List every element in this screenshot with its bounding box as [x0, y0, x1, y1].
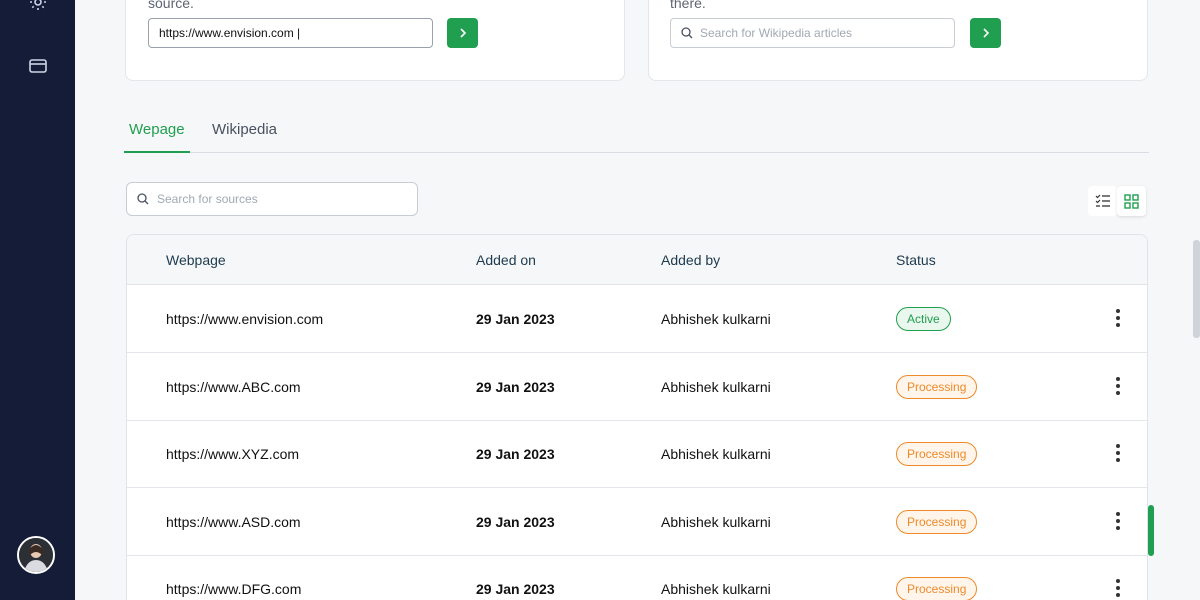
table-row[interactable]: https://www.envision.com 29 Jan 2023 Abh… — [127, 285, 1147, 353]
active-marker — [1148, 505, 1154, 556]
wikipedia-search-input[interactable]: Search for Wikipedia articles — [670, 18, 955, 48]
status-badge: Processing — [896, 442, 978, 466]
user-avatar[interactable] — [17, 536, 55, 574]
status-badge: Processing — [896, 375, 978, 399]
webpage-url: https://www.ASD.com — [166, 514, 301, 530]
added-on-date: 29 Jan 2023 — [476, 446, 555, 462]
added-by-user: Abhishek kulkarni — [661, 379, 771, 395]
status-badge: Processing — [896, 510, 978, 534]
wikipedia-source-card: there. Search for Wikipedia articles — [648, 0, 1148, 81]
settings-gear-icon[interactable] — [28, 0, 48, 12]
more-options-icon[interactable] — [1113, 377, 1123, 397]
search-sources-input[interactable]: Search for sources — [126, 182, 418, 216]
added-by-user: Abhishek kulkarni — [661, 311, 771, 327]
header-added-on: Added on — [476, 252, 536, 268]
header-status: Status — [896, 252, 936, 268]
grid-view-button[interactable] — [1117, 186, 1146, 216]
search-sources-placeholder: Search for sources — [157, 192, 258, 206]
webpage-url: https://www.envision.com — [166, 311, 324, 327]
search-icon — [681, 27, 693, 39]
added-on-date: 29 Jan 2023 — [476, 379, 555, 395]
scrollbar-thumb[interactable] — [1193, 240, 1200, 338]
submit-url-button[interactable] — [447, 18, 478, 48]
added-by-user: Abhishek kulkarni — [661, 514, 771, 530]
sources-table: Webpage Added on Added by Status https:/… — [126, 234, 1148, 600]
card-description: source. — [148, 0, 194, 11]
table-header: Webpage Added on Added by Status — [127, 235, 1147, 285]
added-by-user: Abhishek kulkarni — [661, 581, 771, 597]
table-row[interactable]: https://www.XYZ.com 29 Jan 2023 Abhishek… — [127, 420, 1147, 488]
tab-webpage[interactable]: Wepage — [129, 121, 185, 138]
list-view-icon — [1095, 194, 1110, 207]
more-options-icon[interactable] — [1113, 579, 1123, 599]
source-tabs: Wepage Wikipedia — [124, 110, 1149, 153]
chevron-right-icon — [982, 28, 989, 38]
header-added-by: Added by — [661, 252, 721, 268]
webpage-source-card: source. https://www.envision.com | — [125, 0, 625, 81]
tab-wikipedia[interactable]: Wikipedia — [212, 121, 277, 138]
sidebar — [0, 0, 75, 600]
more-options-icon[interactable] — [1113, 309, 1123, 329]
added-by-user: Abhishek kulkarni — [661, 446, 771, 462]
added-on-date: 29 Jan 2023 — [476, 581, 555, 597]
webpage-url: https://www.ABC.com — [166, 379, 301, 395]
added-on-date: 29 Jan 2023 — [476, 514, 555, 530]
more-options-icon[interactable] — [1113, 512, 1123, 532]
webpage-url: https://www.XYZ.com — [166, 446, 300, 462]
card-description: there. — [670, 0, 706, 11]
active-tab-indicator — [124, 151, 190, 153]
status-badge: Processing — [896, 577, 978, 600]
wikipedia-search-placeholder: Search for Wikipedia articles — [700, 26, 853, 40]
submit-wikipedia-button[interactable] — [970, 18, 1001, 48]
webpage-url-input[interactable]: https://www.envision.com | — [148, 18, 433, 48]
added-on-date: 29 Jan 2023 — [476, 311, 555, 327]
table-row[interactable]: https://www.ABC.com 29 Jan 2023 Abhishek… — [127, 353, 1147, 421]
chevron-right-icon — [459, 28, 466, 38]
grid-view-icon — [1124, 193, 1139, 209]
list-view-button[interactable] — [1088, 186, 1117, 216]
status-badge: Active — [896, 307, 951, 331]
webpage-url: https://www.DFG.com — [166, 581, 302, 597]
credit-card-icon[interactable] — [28, 56, 48, 76]
table-row[interactable]: https://www.DFG.com 29 Jan 2023 Abhishek… — [127, 555, 1147, 600]
header-webpage: Webpage — [166, 252, 226, 268]
more-options-icon[interactable] — [1113, 444, 1123, 464]
table-row[interactable]: https://www.ASD.com 29 Jan 2023 Abhishek… — [127, 488, 1147, 556]
search-icon — [137, 193, 149, 205]
view-toggle — [1088, 186, 1146, 216]
